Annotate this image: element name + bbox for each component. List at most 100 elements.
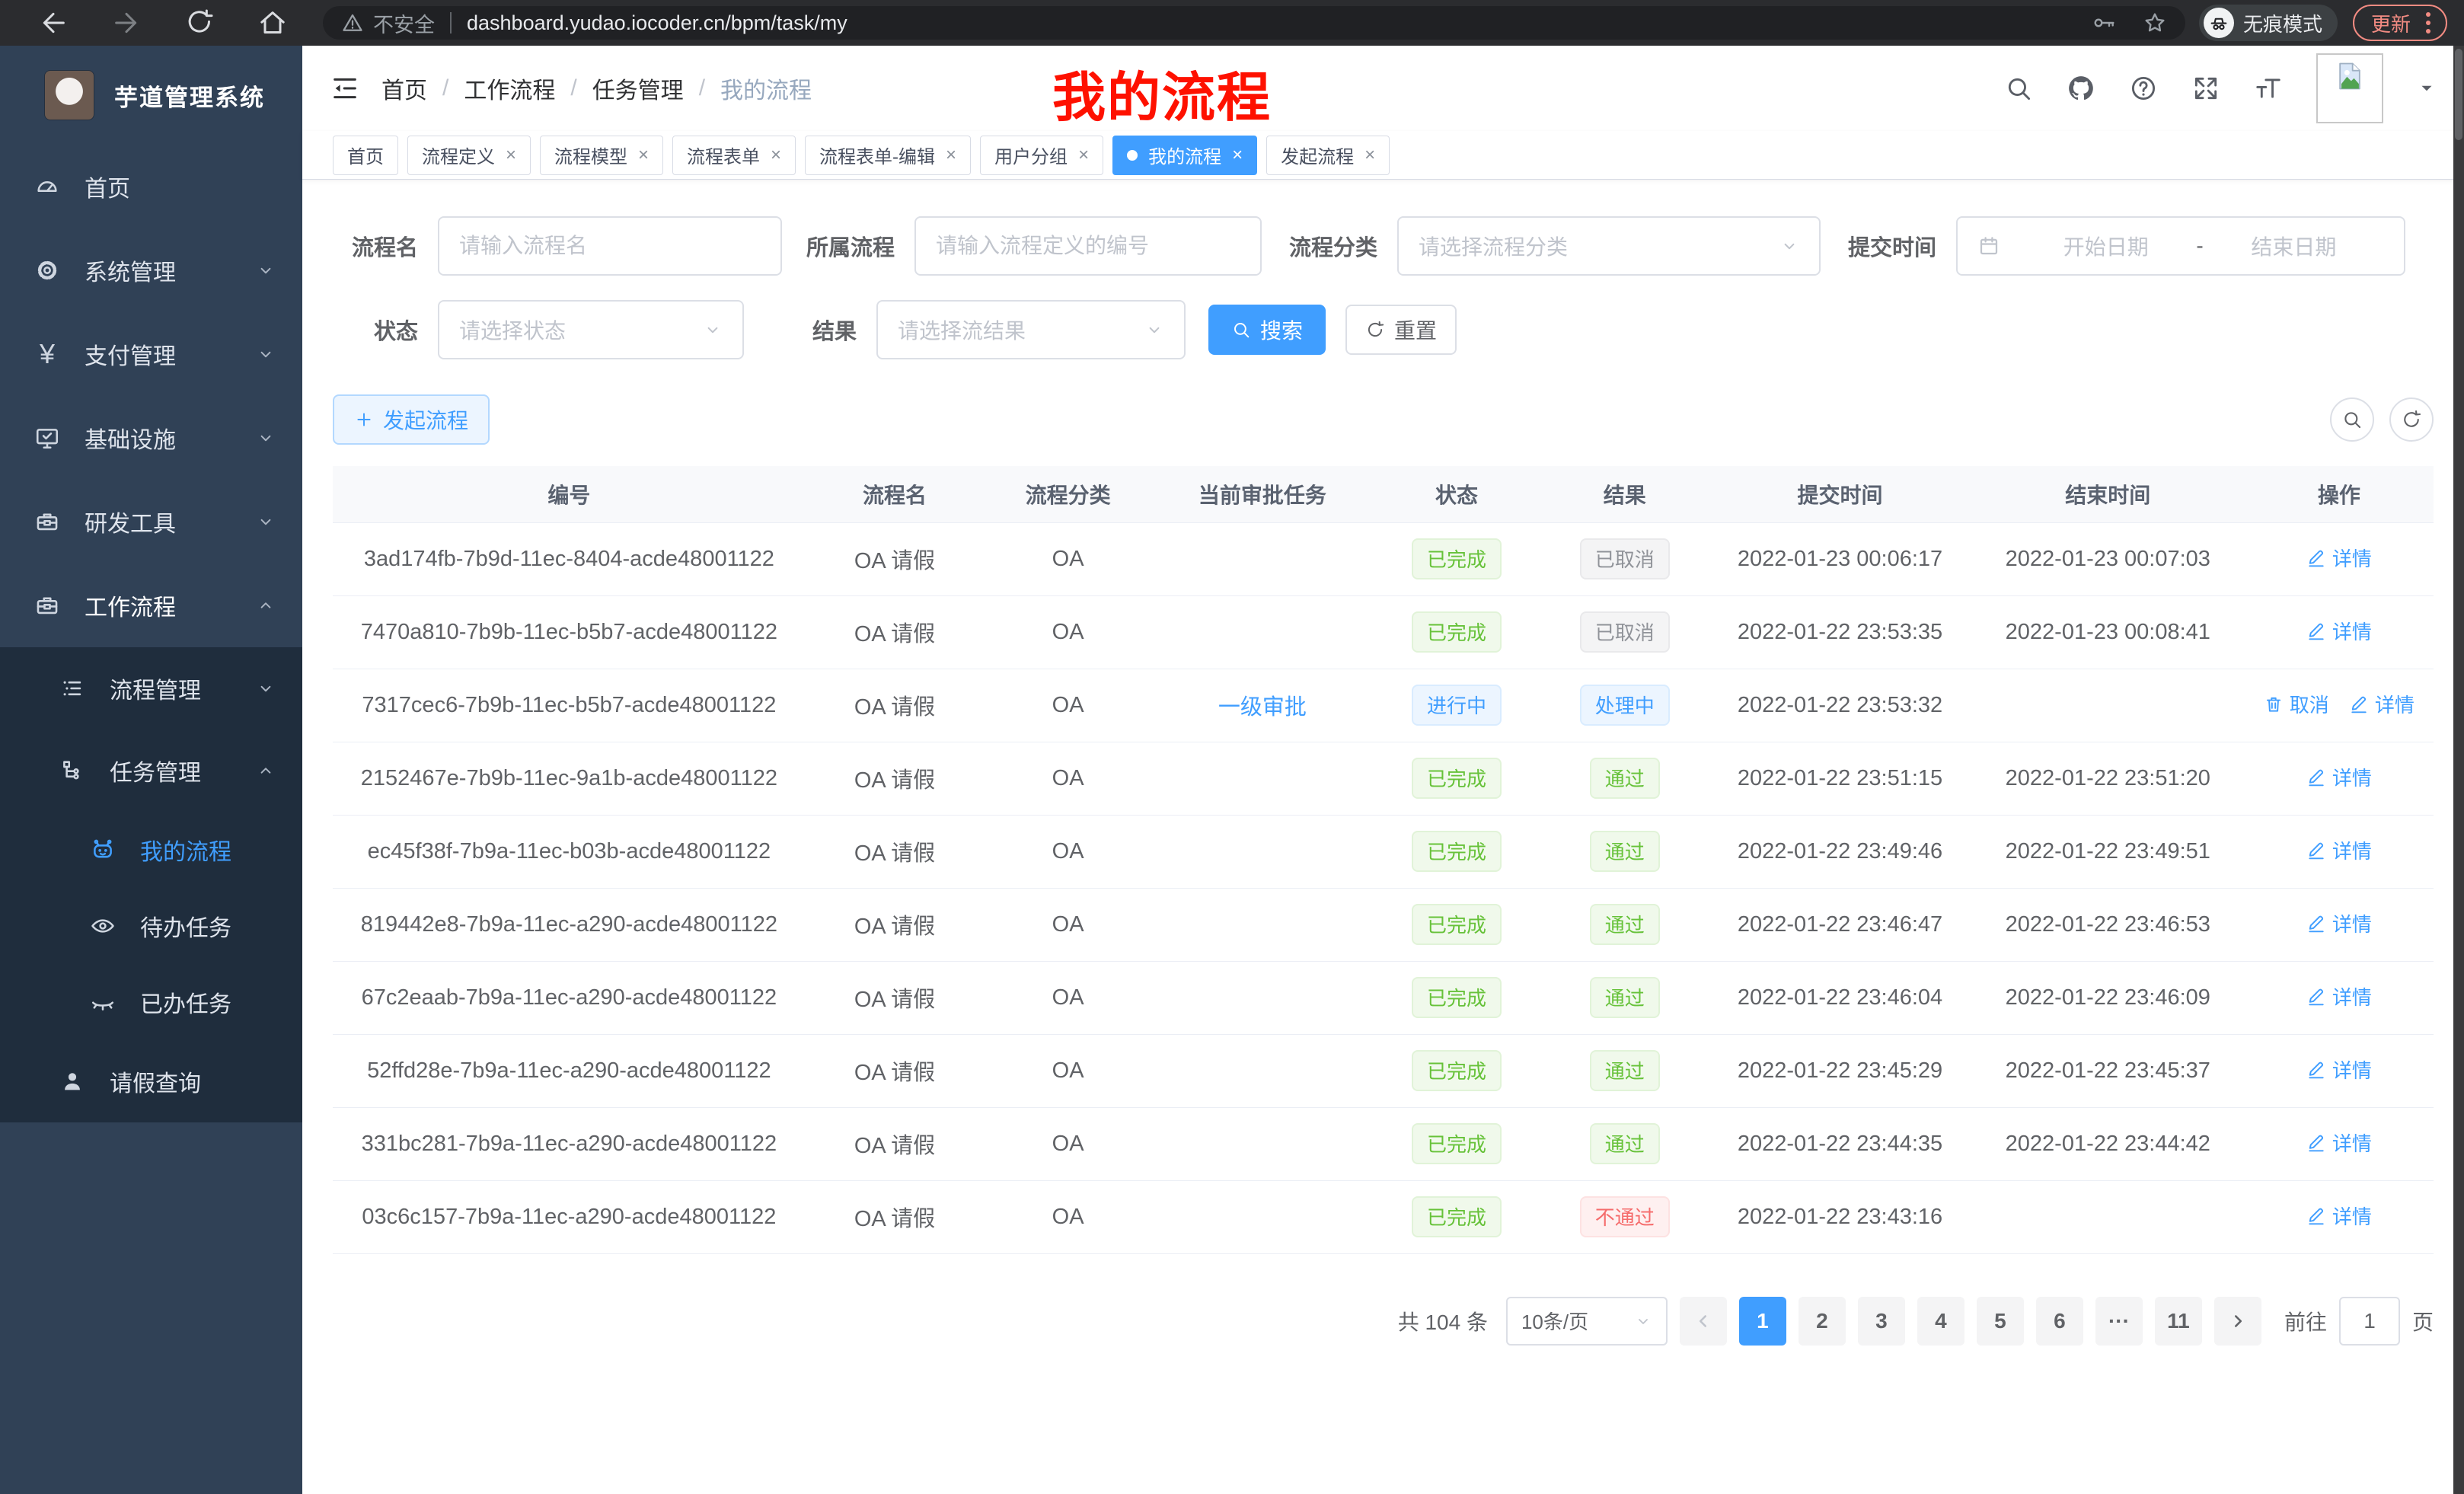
detail-link[interactable]: 详情 bbox=[2306, 909, 2372, 937]
tab-process-form[interactable]: 流程表单 × bbox=[672, 136, 796, 175]
tab-process-form-edit[interactable]: 流程表单-编辑 × bbox=[805, 136, 971, 175]
window-scrollbar[interactable] bbox=[2453, 46, 2464, 1494]
tab-close-icon[interactable]: × bbox=[1232, 146, 1243, 164]
browser-home-icon[interactable] bbox=[257, 8, 288, 38]
logo-row[interactable]: 芋道管理系统 bbox=[0, 46, 302, 145]
help-icon[interactable] bbox=[2129, 74, 2158, 103]
sidebar-item-task-mgmt[interactable]: 任务管理 bbox=[0, 729, 302, 812]
browser-reload-icon[interactable] bbox=[184, 8, 215, 38]
github-icon[interactable] bbox=[2067, 74, 2095, 103]
page-button-1[interactable]: 1 bbox=[1739, 1297, 1786, 1346]
sidebar-item-payment[interactable]: ¥ 支付管理 bbox=[0, 312, 302, 396]
submit-time-range-picker[interactable]: 开始日期 - 结束日期 bbox=[1956, 216, 2405, 276]
tab-process-model[interactable]: 流程模型 × bbox=[540, 136, 663, 175]
detail-link[interactable]: 详情 bbox=[2306, 544, 2372, 572]
process-id: ec45f38f-7b9a-11ec-b03b-acde48001122 bbox=[333, 815, 806, 888]
breadcrumb-home[interactable]: 首页 bbox=[381, 72, 427, 105]
page-button-5[interactable]: 5 bbox=[1977, 1297, 2024, 1346]
sidebar-item-home[interactable]: 首页 bbox=[0, 145, 302, 228]
search-icon[interactable] bbox=[2004, 74, 2033, 103]
detail-link[interactable]: 详情 bbox=[2306, 1055, 2372, 1084]
detail-link[interactable]: 详情 bbox=[2306, 836, 2372, 864]
incognito-icon bbox=[2204, 8, 2234, 38]
process-name-input[interactable] bbox=[459, 234, 761, 258]
tab-close-icon[interactable]: × bbox=[1364, 146, 1375, 164]
process-category-select[interactable]: 请选择流程分类 bbox=[1397, 216, 1821, 276]
page-button-6[interactable]: 6 bbox=[2036, 1297, 2083, 1346]
tab-my-process[interactable]: 我的流程 × bbox=[1112, 136, 1257, 175]
end-time: 2022-01-23 00:07:03 bbox=[1971, 522, 2245, 595]
goto-page-input[interactable] bbox=[2339, 1297, 2400, 1346]
page-button-4[interactable]: 4 bbox=[1917, 1297, 1964, 1346]
refresh-table-button[interactable] bbox=[2389, 397, 2434, 442]
page-button-3[interactable]: 3 bbox=[1858, 1297, 1905, 1346]
process-name-field[interactable] bbox=[438, 216, 782, 276]
fullscreen-icon[interactable] bbox=[2191, 74, 2220, 103]
tab-label: 用户分组 bbox=[994, 142, 1068, 168]
detail-link[interactable]: 详情 bbox=[2306, 763, 2372, 791]
page-button-2[interactable]: 2 bbox=[1799, 1297, 1846, 1346]
sidebar-item-workflow[interactable]: 工作流程 bbox=[0, 563, 302, 647]
avatar-caret-down-icon[interactable] bbox=[2417, 78, 2437, 98]
tab-home[interactable]: 首页 bbox=[333, 136, 398, 175]
reset-button[interactable]: 重置 bbox=[1345, 305, 1457, 355]
breadcrumb-task-mgmt[interactable]: 任务管理 bbox=[592, 72, 684, 105]
page-ellipsis-button[interactable]: ··· bbox=[2095, 1297, 2143, 1346]
current-task-link[interactable]: 一级审批 bbox=[1218, 695, 1307, 720]
sidebar-item-done-task[interactable]: 已办任务 bbox=[0, 964, 302, 1040]
next-page-button[interactable] bbox=[2214, 1297, 2261, 1346]
sidebar-item-todo-task[interactable]: 待办任务 bbox=[0, 888, 302, 964]
sidebar-item-my-process[interactable]: 我的流程 bbox=[0, 812, 302, 888]
result-select[interactable]: 请选择流结果 bbox=[876, 300, 1186, 359]
avatar[interactable] bbox=[2316, 53, 2383, 123]
browser-menu-icon[interactable] bbox=[2423, 9, 2434, 37]
password-key-icon[interactable] bbox=[2092, 11, 2117, 35]
start-date-placeholder[interactable]: 开始日期 bbox=[2016, 231, 2196, 261]
page-button-11[interactable]: 11 bbox=[2155, 1297, 2202, 1346]
status-select[interactable]: 请选择状态 bbox=[438, 300, 744, 359]
process-definition-input[interactable] bbox=[936, 234, 1240, 258]
browser-update-button[interactable]: 更新 bbox=[2353, 5, 2447, 41]
browser-back-icon[interactable] bbox=[38, 8, 69, 38]
submit-time: 2022-01-22 23:43:16 bbox=[1709, 1180, 1971, 1253]
cancel-link[interactable]: 取消 bbox=[2264, 690, 2329, 718]
breadcrumb-workflow[interactable]: 工作流程 bbox=[464, 72, 555, 105]
goto-label: 前往 bbox=[2284, 1306, 2327, 1336]
sidebar-item-system[interactable]: 系统管理 bbox=[0, 228, 302, 312]
sidebar-item-infra[interactable]: 基础设施 bbox=[0, 396, 302, 480]
font-size-icon[interactable] bbox=[2254, 74, 2283, 103]
detail-link[interactable]: 详情 bbox=[2349, 690, 2415, 718]
sidebar-fold-icon[interactable] bbox=[330, 73, 360, 104]
tab-close-icon[interactable]: × bbox=[638, 146, 649, 164]
sidebar-item-process-mgmt[interactable]: 流程管理 bbox=[0, 647, 302, 729]
start-process-button[interactable]: 发起流程 bbox=[333, 394, 490, 445]
total-count: 共 104 条 bbox=[1398, 1306, 1488, 1336]
tab-close-icon[interactable]: × bbox=[1078, 146, 1089, 164]
sidebar-item-leave-query[interactable]: 请假查询 bbox=[0, 1040, 302, 1122]
tab-start-process[interactable]: 发起流程 × bbox=[1266, 136, 1390, 175]
tab-user-group[interactable]: 用户分组 × bbox=[980, 136, 1103, 175]
address-bar[interactable]: 不安全 dashboard.yudao.iocoder.cn/bpm/task/… bbox=[323, 6, 2185, 40]
process-definition-field[interactable] bbox=[914, 216, 1262, 276]
tab-close-icon[interactable]: × bbox=[506, 146, 516, 164]
sidebar-item-label: 待办任务 bbox=[140, 909, 231, 943]
sidebar-item-devtools[interactable]: 研发工具 bbox=[0, 480, 302, 563]
detail-link[interactable]: 详情 bbox=[2306, 1202, 2372, 1230]
tab-process-definition[interactable]: 流程定义 × bbox=[407, 136, 531, 175]
page-size-select[interactable]: 10条/页 bbox=[1506, 1297, 1668, 1346]
detail-link[interactable]: 详情 bbox=[2306, 617, 2372, 645]
tab-close-icon[interactable]: × bbox=[771, 146, 781, 164]
page-size-value: 10条/页 bbox=[1521, 1307, 1588, 1335]
table-row: 3ad174fb-7b9d-11ec-8404-acde48001122 OA … bbox=[333, 522, 2434, 595]
tab-close-icon[interactable]: × bbox=[946, 146, 956, 164]
search-button[interactable]: 搜索 bbox=[1208, 305, 1326, 355]
bookmark-star-icon[interactable] bbox=[2143, 11, 2167, 35]
browser-forward-icon[interactable] bbox=[111, 8, 142, 38]
detail-link[interactable]: 详情 bbox=[2306, 1128, 2372, 1157]
scrollbar-thumb[interactable] bbox=[2455, 49, 2462, 140]
prev-page-button[interactable] bbox=[1680, 1297, 1727, 1346]
toggle-search-button[interactable] bbox=[2330, 397, 2374, 442]
detail-link[interactable]: 详情 bbox=[2306, 982, 2372, 1010]
process-category: OA bbox=[984, 888, 1152, 961]
end-date-placeholder[interactable]: 结束日期 bbox=[2204, 231, 2384, 261]
